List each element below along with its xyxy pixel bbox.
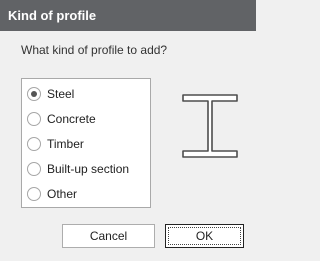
option-label: Steel [47,87,75,101]
radio-steel[interactable] [27,87,41,101]
dialog-prompt: What kind of profile to add? [21,43,168,57]
option-label: Other [47,187,78,201]
option-built-up-section[interactable]: Built-up section [27,159,147,179]
option-other[interactable]: Other [27,184,147,204]
profile-kind-options: Steel Concrete Timber Built-up section O… [21,78,151,208]
dialog-titlebar: Kind of profile [0,0,256,31]
option-timber[interactable]: Timber [27,134,147,154]
option-label: Concrete [47,112,96,126]
i-beam-icon [182,94,238,161]
radio-timber[interactable] [27,137,41,151]
radio-built-up-section[interactable] [27,162,41,176]
radio-concrete[interactable] [27,112,41,126]
option-label: Timber [47,137,84,151]
cancel-button[interactable]: Cancel [62,224,155,248]
dialog-title: Kind of profile [8,8,97,23]
option-label: Built-up section [47,162,130,176]
option-steel[interactable]: Steel [27,84,147,104]
option-concrete[interactable]: Concrete [27,109,147,129]
ok-button[interactable]: OK [165,224,244,248]
radio-other[interactable] [27,187,41,201]
